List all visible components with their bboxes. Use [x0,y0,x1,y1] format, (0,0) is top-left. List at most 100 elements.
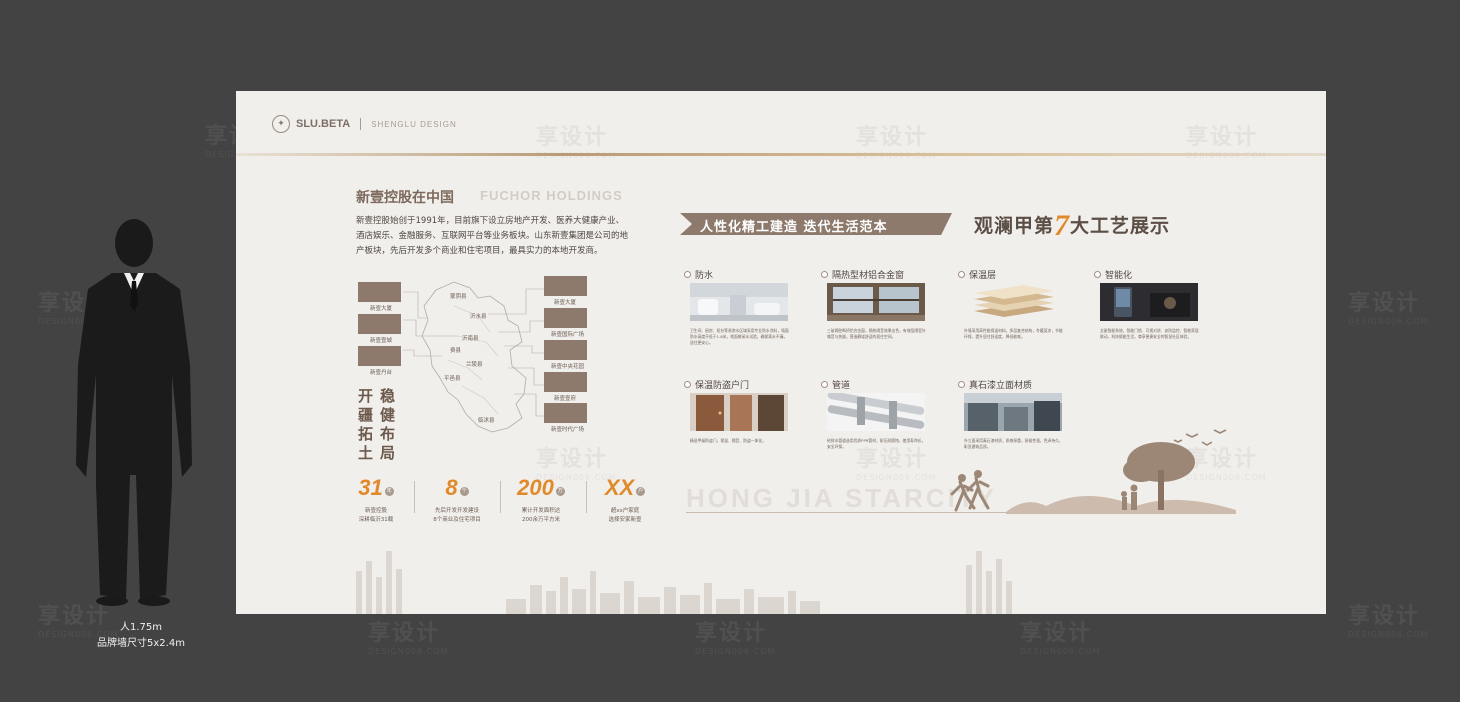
map-region-label: 临沭县 [478,418,495,424]
feature-title: 隔热型材铝合金窗 [832,270,905,281]
stat-unit-badge: 个 [459,487,469,496]
feature-title: 防水 [695,270,714,281]
map-project-box [358,282,401,302]
map-project-label: 新壹国际广场 [551,332,585,338]
stat-unit-badge: 户 [636,487,646,496]
feature-description: 三玻两腔断桥铝合金窗，隔热隔音效果出色，有效阻隔室外噪音与热量，营造静谧舒适的居… [827,328,926,339]
stat-divider [586,481,587,513]
brand-wall-board: 享设计DESIGN006.COM 享设计DESIGN006.COM 享设计DES… [236,91,1326,614]
intro-title: 新壹控股在中国 [356,190,454,206]
feature-title: 真石漆立面材质 [969,380,1033,391]
gold-divider-line [236,153,1326,156]
city-skyline-icon [356,551,1012,614]
stat-description: 新壹控股 深耕临沂31载 [358,508,394,523]
human-caption: 人1.75m 品牌墙尺寸5x2.4m [86,620,196,652]
feature-description: 给排水管道选用优质PPR管材，耐压耐腐蚀，使用寿命长，安全环保。 [827,438,926,449]
feature-description: 全屋智能系统，智能门锁、可视对讲、安防监控、智能家居联动，科技赋能生活，尊享便捷… [1100,328,1199,339]
bullet-icon [958,270,965,278]
stat-number: 200 [517,475,554,500]
map-project-label: 新壹丹台 [370,370,393,376]
feature-title: 智能化 [1105,270,1133,281]
map-region-label: 沂水县 [470,314,487,320]
slogan-char: 稳 [380,387,396,405]
slogan-char: 开 [358,387,374,405]
slogan-char: 拓 [358,425,374,443]
slogan-char: 局 [380,444,396,462]
feature-title: 保温防盗户门 [695,380,750,391]
map-region-label: 兰陵县 [466,362,483,368]
stat-years: 31 年 新壹控股 深耕临沂31载 [348,475,404,525]
bullet-icon [684,380,691,388]
door-image [690,393,788,431]
map-project-box [544,308,587,328]
slogan-banner-text: 人性化精工建造 迭代生活范本 [700,220,888,235]
feature-smart: 智能化 全屋智能系统，智能门锁、可视对讲、安防监控、智能家居联动，科技赋能生活，… [1094,268,1204,340]
stat-divider [414,481,415,513]
smart-device-image [1100,283,1198,321]
intro-paragraph: 新壹控股始创于1991年，目前旗下设立房地产开发、医养大健康产业、酒店娱乐、金融… [356,216,629,256]
map-project-box [544,276,587,296]
stat-number: 31 [358,475,383,500]
craft-title: 观澜甲第7大工艺展示 [974,209,1171,242]
map-project-box [544,340,587,360]
feature-pipe: 管道 给排水管道选用优质PPR管材，耐压耐腐蚀，使用寿命长，安全环保。 [821,378,931,450]
stat-unit-badge: 万 [555,487,565,496]
feature-description: 卫生间、厨房、阳台等易渗水区域采用专业防水涂料，墙面防水高度不低于1.8米，地面… [690,328,789,345]
map-project-label: 新壹中央花园 [551,364,585,370]
bullet-icon [821,380,828,388]
map-region-label: 沂南县 [462,336,479,342]
window-image [827,283,925,321]
pipe-image [827,391,925,431]
watermark: 享设计DESIGN006.COM [1348,604,1429,639]
map-project-label: 新壹大厦 [370,306,393,312]
stat-families: XX 户 超xx户家庭 选择安家新壹 [596,475,654,525]
stat-description: 累计开发面积达 200余万平方米 [521,508,561,523]
slogan-char: 土 [358,444,374,462]
map-project-label: 新壹大厦 [554,300,577,306]
slogan-column-2: 稳 健 布 局 [380,387,400,463]
map-project-label: 新壹壹城 [370,338,393,344]
logo-divider [360,118,362,130]
watermark: 享设计DESIGN006.COM [1020,621,1101,656]
stat-number: XX [604,475,635,500]
stat-description: 超xx户家庭 选择安家新壹 [608,508,642,523]
map-region-label: 费县 [450,348,462,354]
human-height-label: 人1.75m [119,622,162,633]
map-project-box [358,346,401,366]
bullet-icon [1094,270,1101,278]
map-project-box [544,372,587,392]
company-logo: ✦ SLU.BETA SHENGLU DESIGN [272,115,457,133]
map-project-label: 新壹时代广场 [551,427,585,433]
bullet-icon [958,380,965,388]
stat-area: 200 万 累计开发面积达 200余万平方米 [508,475,574,525]
logo-mark-icon: ✦ [272,115,290,133]
watermark: 享设计DESIGN006.COM [695,621,776,656]
craft-number: 7 [1054,209,1071,242]
logo-brand-text: SLU.BETA [296,118,351,130]
bullet-icon [821,270,828,278]
map-project-label: 新壹壹府 [554,396,577,402]
bathroom-image [690,283,788,321]
logo-subtitle: SHENGLU DESIGN [371,119,457,129]
slogan-char: 健 [380,406,396,424]
feature-title: 保温层 [969,270,997,281]
slogan-char: 布 [380,425,396,443]
bullet-icon [684,270,691,278]
map-region-label: 平邑县 [444,376,461,382]
map-project-box [544,403,587,423]
stat-unit-badge: 年 [384,487,394,496]
feature-description: 外墙采用高性能保温材料，多层复合结构，冬暖夏凉，节能环保，提升居住舒适度，降低能… [964,328,1063,339]
intro-title-en: FUCHOR HOLDINGS [480,188,623,203]
human-silhouette-icon [76,219,192,606]
runners-tree-scene-icon [950,429,1236,514]
feature-waterproof: 防水 卫生间、厨房、阳台等易渗水区域采用专业防水涂料，墙面防水高度不低于1.8米… [684,268,794,346]
feature-insulation: 保温层 外墙采用高性能保温材料，多层复合结构，冬暖夏凉，节能环保，提升居住舒适度… [958,268,1068,340]
insulation-layers-image [964,283,1062,321]
watermark: 享设计DESIGN006.COM [368,621,449,656]
slogan-char: 疆 [358,406,374,424]
feature-description: 精选甲级防盗门，保温、隔音、防盗一体化。 [690,438,766,443]
stat-description: 先后开发开发建设 8个商业及住宅项目 [433,508,481,523]
feature-title: 管道 [832,380,851,391]
wall-size-label: 品牌墙尺寸5x2.4m [97,638,185,649]
stat-projects: 8个 先后开发开发建设 8个商业及住宅项目 [426,475,488,525]
